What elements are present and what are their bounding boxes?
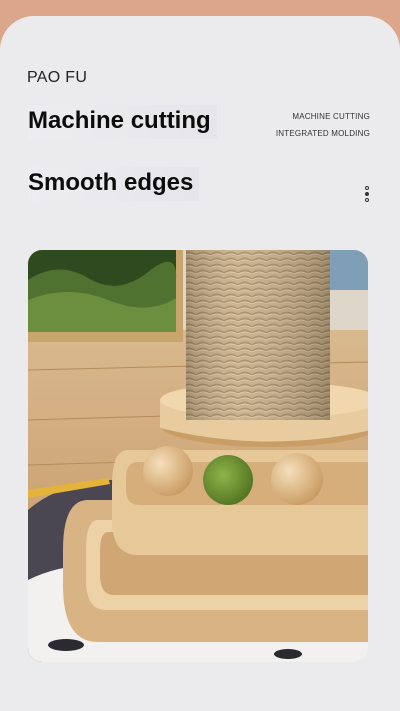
dot-middle: [365, 192, 369, 196]
product-photo: [28, 250, 368, 662]
cat-tree-illustration: [28, 250, 368, 662]
detail-line-machine-cutting: MACHINE CUTTING: [292, 112, 370, 121]
more-options-icon[interactable]: [364, 186, 370, 202]
headline-machine-cutting: Machine cutting: [28, 105, 217, 139]
detail-line-integrated-molding: INTEGRATED MOLDING: [275, 129, 370, 138]
dot-top: [365, 186, 369, 190]
headline-smooth-edges: Smooth edges: [28, 167, 200, 201]
dot-bottom: [365, 198, 369, 202]
brand-name: PAO FU: [27, 69, 88, 86]
